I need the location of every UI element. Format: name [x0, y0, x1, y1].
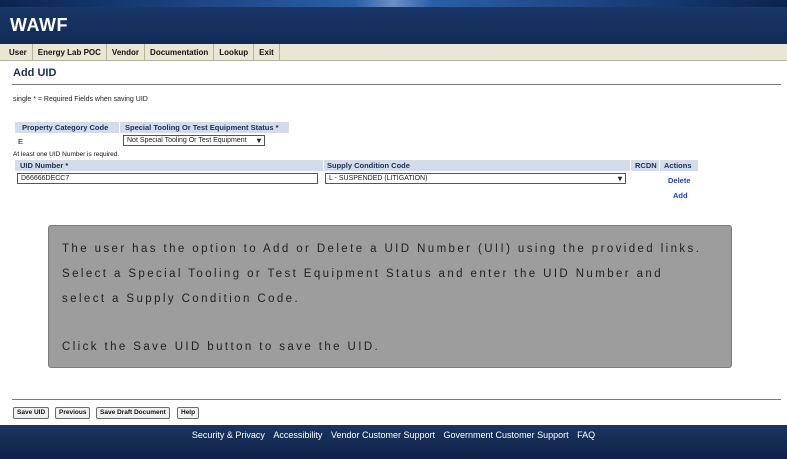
- menu-bar: User Energy Lab POC Vendor Documentation…: [0, 43, 787, 61]
- previous-button[interactable]: Previous: [55, 407, 91, 419]
- instruction-line-4: Click the Save UID button to save the UI…: [62, 341, 381, 353]
- uid-number-input[interactable]: D66666DECC7: [17, 173, 318, 184]
- delete-uid-link[interactable]: Delete: [668, 176, 691, 185]
- supply-condition-selected-value: L - SUSPENDED (LITIGATION): [329, 175, 428, 182]
- menu-item-vendor[interactable]: Vendor: [107, 43, 146, 61]
- menu-item-energy-lab-poc[interactable]: Energy Lab POC: [33, 43, 107, 61]
- menu-item-exit[interactable]: Exit: [254, 43, 280, 61]
- uid-required-hint: At least one UID Number is required.: [13, 151, 120, 158]
- footer-link-faq[interactable]: FAQ: [577, 430, 595, 440]
- special-tooling-selected-value: Not Special Tooling Or Test Equipment: [127, 137, 247, 144]
- chevron-down-icon: ▾: [256, 136, 261, 145]
- menu-item-user[interactable]: User: [4, 43, 33, 61]
- title-divider: [12, 84, 781, 85]
- header-stripe: [0, 0, 787, 7]
- property-category-value: E: [18, 137, 24, 146]
- save-uid-button[interactable]: Save UID: [13, 407, 50, 419]
- supply-condition-header: Supply Condition Code: [324, 160, 630, 171]
- uid-number-header: UID Number *: [15, 160, 323, 171]
- instruction-overlay: The user has the option to Add or Delete…: [48, 225, 732, 368]
- footer-link-accessibility[interactable]: Accessibility: [273, 430, 322, 440]
- actions-header: Actions: [660, 160, 698, 171]
- chevron-down-icon: ▾: [617, 174, 622, 183]
- app-header: WAWF: [0, 0, 787, 44]
- instruction-line-2: Select a Special Tooling or Test Equipme…: [62, 268, 664, 280]
- rcdn-header: RCDN: [631, 160, 659, 171]
- special-tooling-select[interactable]: Not Special Tooling Or Test Equipment ▾: [123, 135, 265, 146]
- footer-link-vendor-support[interactable]: Vendor Customer Support: [331, 430, 435, 440]
- required-fields-note: single * = Required Fields when saving U…: [13, 96, 148, 103]
- instruction-line-3: select a Supply Condition Code.: [62, 293, 301, 305]
- help-button[interactable]: Help: [177, 407, 200, 419]
- property-category-header: Property Category Code: [15, 122, 119, 133]
- add-uid-link[interactable]: Add: [673, 191, 688, 200]
- save-draft-button[interactable]: Save Draft Document: [96, 407, 170, 419]
- footer-links: Security & Privacy Accessibility Vendor …: [0, 430, 787, 440]
- instruction-line-1: The user has the option to Add or Delete…: [62, 243, 702, 255]
- footer-link-government-support[interactable]: Government Customer Support: [444, 430, 569, 440]
- page-title: Add UID: [13, 67, 57, 79]
- footer: Security & Privacy Accessibility Vendor …: [0, 425, 787, 459]
- bottom-divider: [12, 399, 781, 400]
- special-tooling-header: Special Tooling Or Test Equipment Status…: [120, 122, 289, 133]
- menu-item-lookup[interactable]: Lookup: [214, 43, 255, 61]
- app-title: WAWF: [10, 15, 68, 35]
- supply-condition-select[interactable]: L - SUSPENDED (LITIGATION) ▾: [325, 173, 626, 184]
- footer-link-security-privacy[interactable]: Security & Privacy: [192, 430, 265, 440]
- menu-item-documentation[interactable]: Documentation: [145, 43, 215, 61]
